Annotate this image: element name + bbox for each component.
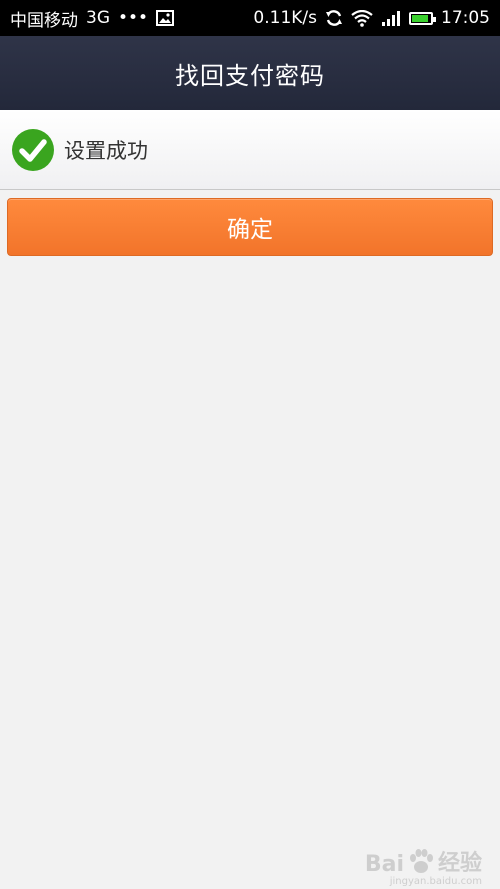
status-time: 17:05 [441, 8, 490, 28]
page-title: 找回支付密码 [175, 61, 325, 90]
battery-icon [409, 11, 436, 25]
confirm-button-label: 确定 [227, 217, 273, 243]
check-circle-icon [12, 128, 54, 171]
image-notification-icon [156, 10, 175, 26]
wifi-icon [351, 9, 373, 27]
notification-dots: ••• [118, 8, 149, 28]
watermark-brand-right: 经验 [437, 851, 482, 876]
screen: 中国移动 3G ••• 0.11K/s 17:05 找回支付密码 设置成功 确定… [0, 0, 500, 889]
baidu-jingyan-watermark: Bai 经验 jingyan.baidu.com [364, 845, 482, 887]
carrier-name: 中国移动 [10, 10, 78, 31]
status-left: 中国移动 3G ••• [10, 6, 175, 31]
sync-icon [326, 10, 342, 26]
network-type: 3G [86, 8, 110, 28]
network-speed: 0.11K/s [253, 8, 317, 28]
success-message-row: 设置成功 [0, 110, 500, 190]
confirm-button[interactable]: 确定 [7, 198, 493, 256]
watermark-brand-left: Bai [364, 852, 404, 877]
title-bar: 找回支付密码 [0, 36, 500, 110]
battery-fill [412, 14, 428, 22]
status-bar: 中国移动 3G ••• 0.11K/s 17:05 [0, 0, 500, 36]
success-message: 设置成功 [64, 138, 148, 163]
status-right: 0.11K/s 17:05 [253, 8, 490, 28]
watermark-domain: jingyan.baidu.com [389, 876, 482, 887]
paw-icon [409, 849, 433, 873]
signal-icon [382, 11, 400, 26]
